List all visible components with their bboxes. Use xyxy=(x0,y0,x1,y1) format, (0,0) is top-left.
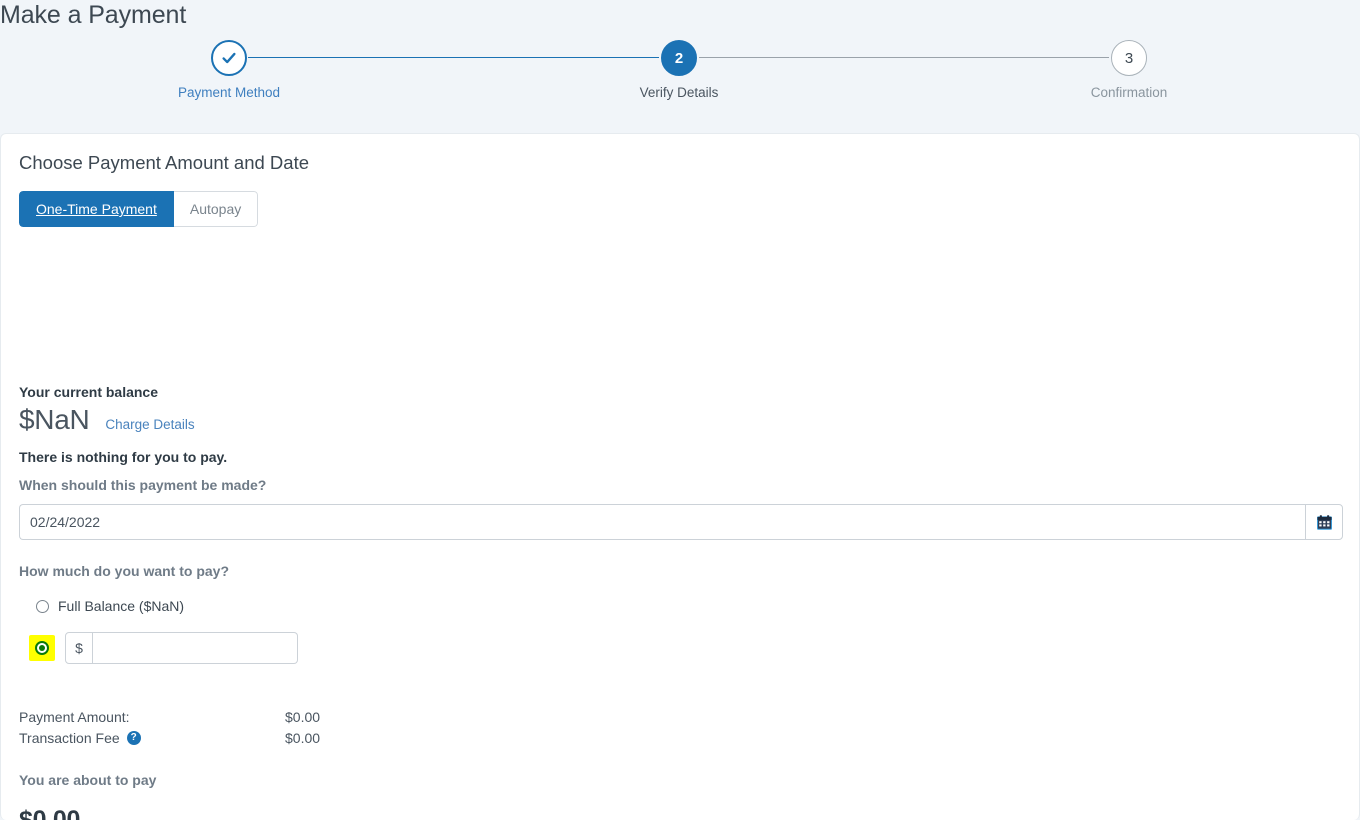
tab-one-time-payment[interactable]: One-Time Payment xyxy=(19,191,174,227)
radio-full-balance-label: Full Balance ($NaN) xyxy=(58,598,185,614)
current-balance-row: $NaN Charge Details xyxy=(19,404,195,436)
custom-amount-input[interactable] xyxy=(93,632,298,664)
payment-card: Choose Payment Amount and Date One-Time … xyxy=(0,133,1360,820)
step-1-circle xyxy=(211,40,247,76)
summary-row-transaction-fee: Transaction Fee ? $0.00 xyxy=(19,727,320,748)
stepper-connector-2 xyxy=(699,57,1109,58)
how-much-label: How much do you want to pay? xyxy=(19,563,229,579)
summary-label-transaction-fee-text: Transaction Fee xyxy=(19,729,120,746)
tab-autopay[interactable]: Autopay xyxy=(173,191,259,227)
radio-full-balance[interactable] xyxy=(36,599,49,613)
about-to-pay-amount: $0.00 xyxy=(19,806,81,820)
payment-date-input[interactable] xyxy=(19,504,1305,540)
calendar-icon xyxy=(1316,514,1332,530)
full-balance-option[interactable]: Full Balance ($NaN) xyxy=(36,598,184,614)
stepper-step-payment-method[interactable]: Payment Method xyxy=(149,40,309,102)
help-icon[interactable]: ? xyxy=(126,730,141,745)
check-icon xyxy=(222,52,236,64)
summary-row-payment-amount: Payment Amount: $0.00 xyxy=(19,706,320,727)
stepper-connector-1 xyxy=(248,57,659,58)
stepper-step-verify-details[interactable]: 2 Verify Details xyxy=(599,40,759,102)
step-3-circle: 3 xyxy=(1111,40,1147,76)
current-balance-amount: $NaN xyxy=(19,404,90,435)
about-to-pay-label: You are about to pay xyxy=(19,772,157,788)
current-balance-label: Your current balance xyxy=(19,384,159,400)
custom-amount-field: $ xyxy=(65,632,298,664)
step-1-label: Payment Method xyxy=(177,85,281,100)
payment-summary: Payment Amount: $0.00 Transaction Fee ? … xyxy=(19,706,320,748)
make-a-payment-page: Make a Payment Payment Method 2 Verify D… xyxy=(0,0,1360,820)
page-title: Make a Payment xyxy=(0,1,187,29)
radio-highlight xyxy=(29,635,55,661)
summary-value-transaction-fee: $0.00 xyxy=(285,729,321,746)
stepper-step-confirmation[interactable]: 3 Confirmation xyxy=(1049,40,1209,102)
currency-prefix: $ xyxy=(65,632,93,664)
calendar-button[interactable] xyxy=(1305,504,1343,540)
nothing-to-pay-message: There is nothing for you to pay. xyxy=(19,449,228,465)
payment-date-field xyxy=(19,504,1343,540)
step-2-label: Verify Details xyxy=(639,85,719,100)
radio-custom-amount[interactable] xyxy=(35,641,49,655)
custom-amount-option: $ xyxy=(29,632,298,664)
summary-label-transaction-fee: Transaction Fee ? xyxy=(19,730,285,746)
step-2-circle: 2 xyxy=(661,40,697,76)
summary-value-payment-amount: $0.00 xyxy=(285,708,321,725)
charge-details-link[interactable]: Charge Details xyxy=(105,417,194,432)
summary-label-payment-amount: Payment Amount: xyxy=(19,708,130,725)
card-title: Choose Payment Amount and Date xyxy=(19,152,310,173)
payment-type-tabs: One-Time Payment Autopay xyxy=(19,191,259,227)
payment-date-label: When should this payment be made? xyxy=(19,477,267,493)
step-3-label: Confirmation xyxy=(1090,85,1168,100)
progress-stepper: Payment Method 2 Verify Details 3 Confir… xyxy=(0,40,1360,130)
